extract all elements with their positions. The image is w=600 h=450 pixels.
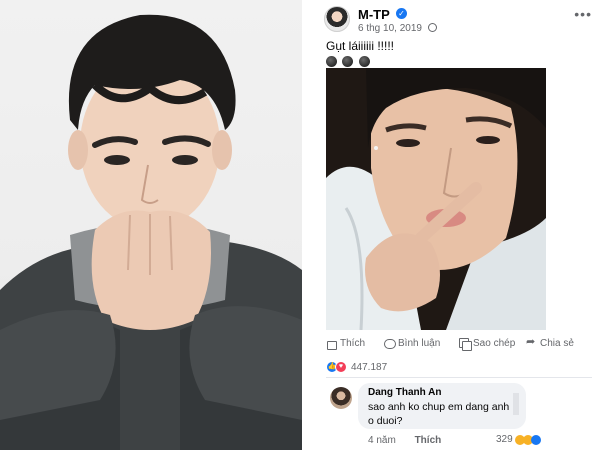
post-meta: 6 thg 10, 2019	[358, 23, 437, 34]
more-options-icon[interactable]: •••	[574, 6, 592, 22]
comment-icon	[384, 338, 396, 349]
redaction-bar	[513, 393, 519, 415]
post-actions: Thích Bình luận Sao chép Chia sẻ	[326, 335, 596, 354]
comment-label: Bình luận	[398, 338, 441, 349]
share-label: Chia sẻ	[540, 338, 574, 349]
comment-meta: 4 năm Thích	[368, 435, 457, 446]
emoji-icon	[342, 56, 354, 67]
separator	[326, 377, 592, 378]
emoji-icon	[326, 56, 337, 67]
post-header: M-TP ✓ 6 thg 10, 2019 •••	[324, 6, 594, 36]
comment-text: sao anh ko chup em dang anh o duoi?	[368, 401, 510, 427]
share-icon	[526, 335, 537, 349]
facebook-post: M-TP ✓ 6 thg 10, 2019 ••• Gụt láiiiiii !…	[314, 0, 600, 450]
emoji-row	[326, 54, 371, 67]
comment-reactions[interactable]: 329	[496, 434, 541, 445]
divider	[302, 0, 314, 450]
love-reaction-icon: ♥	[335, 361, 347, 373]
reaction-count: 447.187	[351, 361, 388, 373]
like-reaction-icon	[530, 434, 541, 445]
share-action-button[interactable]: Chia sẻ	[526, 335, 574, 349]
post-reactions[interactable]: 👍 ♥ 447.187	[326, 360, 387, 374]
author-avatar[interactable]	[324, 6, 350, 32]
commenter-avatar[interactable]	[330, 387, 352, 409]
post-caption: Gụt láiiiiii !!!!!	[326, 39, 395, 53]
like-action-button[interactable]: Thích	[326, 338, 366, 350]
copy-action-button[interactable]: Sao chép	[459, 338, 516, 351]
post-date[interactable]: 6 thg 10, 2019	[358, 23, 422, 34]
comment-like-link[interactable]: Thích	[415, 435, 442, 446]
post-photo[interactable]	[326, 68, 546, 330]
thumbs-up-icon	[326, 338, 337, 350]
comment-action-button[interactable]: Bình luận	[384, 338, 440, 349]
portrait-photo	[0, 0, 302, 450]
commenter-name[interactable]: Dang Thanh An	[368, 387, 516, 398]
copy-label: Sao chép	[473, 338, 516, 349]
like-label: Thích	[340, 338, 366, 349]
comment-time[interactable]: 4 năm	[368, 435, 396, 446]
emoji-icon	[358, 56, 370, 67]
comment-bubble: Dang Thanh An sao anh ko chup em dang an…	[358, 383, 526, 429]
verified-badge-icon: ✓	[396, 8, 407, 19]
comment-item: Dang Thanh An sao anh ko chup em dang an…	[326, 383, 596, 449]
portrait-illustration	[0, 14, 302, 450]
comment-reaction-count: 329	[496, 434, 513, 445]
public-globe-icon	[427, 23, 437, 32]
selfie-illustration	[326, 68, 546, 330]
copy-icon	[459, 338, 472, 351]
author-name[interactable]: M-TP	[358, 7, 390, 22]
